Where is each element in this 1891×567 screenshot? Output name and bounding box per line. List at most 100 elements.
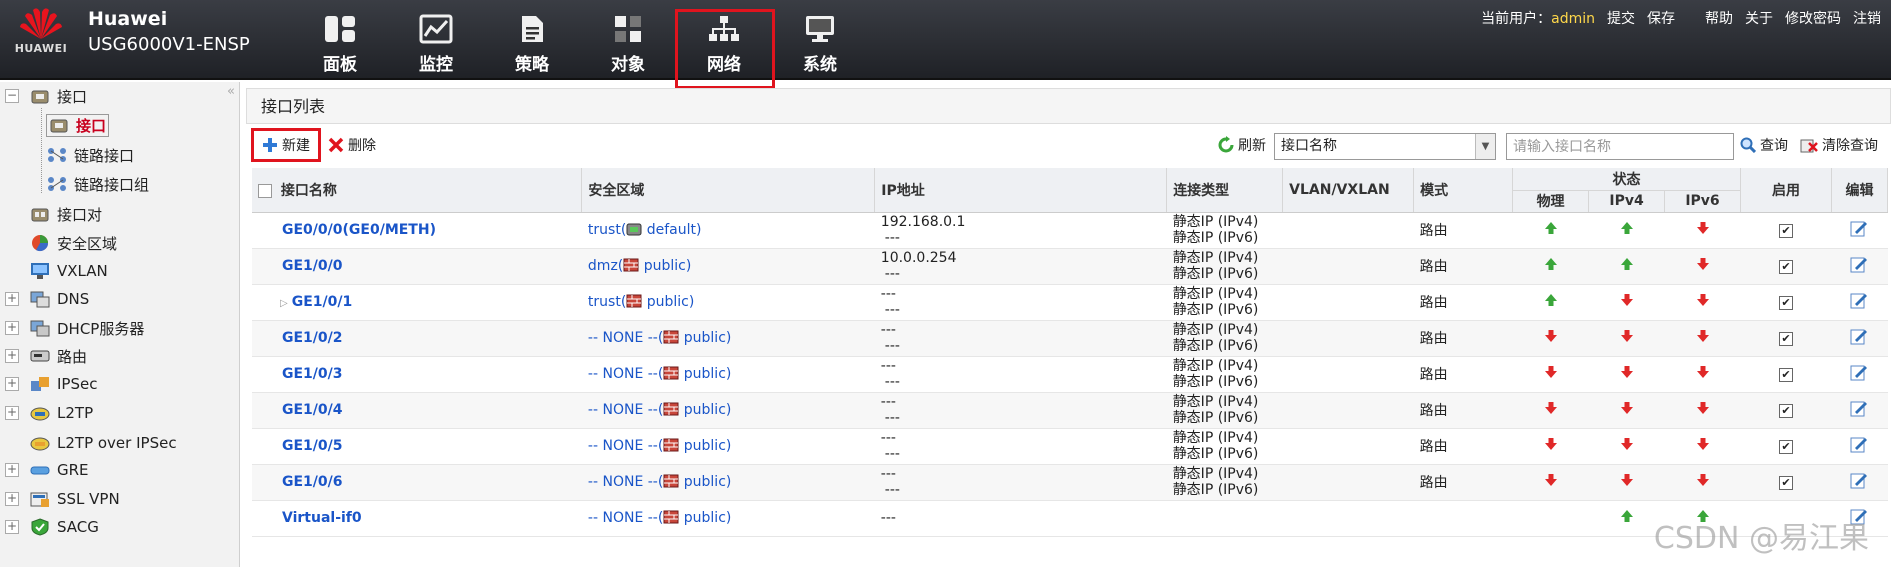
- table-row[interactable]: GE1/0/4 -- NONE --( public) --- --- 静态IP (IP…: [252, 392, 1888, 429]
- table-row[interactable]: GE1/0/5 -- NONE --( public) --- --- 静态IP (IP…: [252, 428, 1888, 465]
- collapse-sidebar-icon[interactable]: «: [227, 84, 235, 99]
- table-row[interactable]: GE1/0/2 -- NONE --( public) --- --- 静态IP (IP…: [252, 320, 1888, 357]
- sidebar-item-security-zone[interactable]: 安全区域: [30, 231, 117, 255]
- col-header-ip[interactable]: IP地址: [874, 168, 1168, 213]
- expand-toggle-icon[interactable]: +: [5, 349, 19, 363]
- col-header-name[interactable]: 接口名称: [252, 168, 583, 213]
- zone-link[interactable]: dmz( public): [588, 258, 691, 274]
- col-header-mode[interactable]: 模式: [1413, 168, 1514, 213]
- table-row[interactable]: GE1/0/0 dmz( public) 10.0.0.254 --- 静态IP (IP…: [252, 248, 1888, 285]
- expand-toggle-icon[interactable]: +: [5, 463, 19, 477]
- sidebar-item-interface-group[interactable]: − 接口: [0, 84, 87, 108]
- change-password-link[interactable]: 修改密码: [1785, 8, 1841, 28]
- interface-name-link[interactable]: GE1/0/0: [282, 258, 343, 274]
- select-all-checkbox[interactable]: [258, 183, 272, 198]
- interface-name-link[interactable]: GE1/0/2: [282, 330, 343, 346]
- save-link[interactable]: 保存: [1647, 8, 1675, 28]
- nav-object[interactable]: 对象: [580, 0, 676, 80]
- col-header-zone[interactable]: 安全区域: [581, 168, 876, 213]
- sidebar-item-link-interface-group[interactable]: 链路接口组: [47, 172, 149, 196]
- sidebar-item-ssl-vpn[interactable]: + SSL VPN: [0, 487, 120, 511]
- cell-physical-status: [1512, 464, 1589, 501]
- collapse-toggle-icon[interactable]: −: [5, 89, 19, 103]
- interface-name-link[interactable]: GE1/0/6: [282, 474, 343, 490]
- enable-checkbox[interactable]: ✔: [1778, 440, 1793, 454]
- sidebar-item-link-interface[interactable]: 链路接口: [47, 143, 134, 167]
- delete-button[interactable]: 删除: [328, 132, 376, 158]
- expand-toggle-icon[interactable]: +: [5, 377, 19, 391]
- expand-toggle-icon[interactable]: +: [5, 321, 19, 335]
- zone-link[interactable]: -- NONE --( public): [588, 438, 731, 454]
- nav-system[interactable]: 系统: [772, 0, 868, 80]
- zone-link[interactable]: -- NONE --( public): [588, 366, 731, 382]
- row-expand-icon[interactable]: ▷: [280, 298, 288, 309]
- sidebar-item-l2tp-over-ipsec[interactable]: L2TP over IPSec: [30, 431, 177, 455]
- sidebar-item-vxlan[interactable]: VXLAN: [30, 259, 108, 283]
- zone-link[interactable]: trust( default): [588, 222, 702, 238]
- table-row[interactable]: GE1/0/3 -- NONE --( public) --- --- 静态IP (IP…: [252, 356, 1888, 393]
- expand-toggle-icon[interactable]: +: [5, 292, 19, 306]
- zone-link[interactable]: -- NONE --( public): [588, 510, 731, 526]
- nav-monitor[interactable]: 监控: [388, 0, 484, 80]
- interface-name-link[interactable]: GE1/0/1: [292, 294, 353, 310]
- enable-checkbox[interactable]: ✔: [1778, 260, 1793, 274]
- search-input[interactable]: [1506, 133, 1734, 160]
- edit-icon[interactable]: [1850, 255, 1868, 273]
- search-field-select[interactable]: 接口名称 ▼: [1274, 133, 1496, 160]
- zone-link[interactable]: -- NONE --( public): [588, 402, 731, 418]
- commit-link[interactable]: 提交: [1607, 8, 1635, 28]
- interface-name-link[interactable]: GE0/0/0(GE0/METH): [282, 222, 436, 238]
- interface-name-link[interactable]: GE1/0/5: [282, 438, 343, 454]
- nav-policy[interactable]: 策略: [484, 0, 580, 80]
- help-link[interactable]: 帮助: [1705, 8, 1733, 28]
- nav-network[interactable]: 网络: [675, 0, 775, 89]
- sidebar-item-sacg[interactable]: + SACG: [0, 515, 99, 539]
- chevron-down-icon[interactable]: ▼: [1475, 134, 1495, 159]
- clear-query-button[interactable]: 清除查询: [1800, 132, 1878, 158]
- edit-icon[interactable]: [1850, 363, 1868, 381]
- interface-name-link[interactable]: GE1/0/4: [282, 402, 343, 418]
- interface-name-link[interactable]: Virtual-if0: [282, 510, 362, 526]
- ipv4-address: ---: [880, 430, 896, 446]
- table-row[interactable]: Virtual-if0 -- NONE --( public) ---: [252, 500, 1888, 537]
- expand-toggle-icon[interactable]: +: [5, 520, 19, 534]
- edit-icon[interactable]: [1850, 291, 1868, 309]
- sidebar-item-gre[interactable]: + GRE: [0, 458, 89, 482]
- edit-icon[interactable]: [1850, 219, 1868, 237]
- cell-ipv4-status: [1588, 356, 1665, 393]
- refresh-button[interactable]: 刷新: [1218, 132, 1266, 158]
- zone-link[interactable]: -- NONE --( public): [588, 330, 731, 346]
- about-link[interactable]: 关于: [1745, 8, 1773, 28]
- edit-icon[interactable]: [1850, 327, 1868, 345]
- expand-toggle-icon[interactable]: +: [5, 406, 19, 420]
- col-header-conn-type[interactable]: 连接类型: [1166, 168, 1284, 213]
- nav-dashboard[interactable]: 面板: [292, 0, 388, 80]
- sidebar-item-route[interactable]: + 路由: [0, 344, 87, 368]
- sidebar-item-l2tp[interactable]: + L2TP: [0, 401, 93, 425]
- enable-checkbox[interactable]: ✔: [1778, 224, 1793, 238]
- enable-checkbox[interactable]: ✔: [1778, 332, 1793, 346]
- edit-icon[interactable]: [1850, 471, 1868, 489]
- edit-icon[interactable]: [1850, 399, 1868, 417]
- table-row[interactable]: ▷ GE1/0/1 trust( public) --- --- 静态IP (IPv4) 静…: [252, 284, 1888, 321]
- sidebar-item-ipsec[interactable]: + IPSec: [0, 372, 97, 396]
- zone-link[interactable]: -- NONE --( public): [588, 474, 731, 490]
- sidebar-item-interface[interactable]: 接口: [46, 113, 110, 137]
- zone-link[interactable]: trust( public): [588, 294, 694, 310]
- query-button[interactable]: 查询: [1740, 132, 1788, 158]
- col-header-vlan[interactable]: VLAN/VXLAN: [1282, 168, 1415, 213]
- enable-checkbox[interactable]: ✔: [1778, 476, 1793, 490]
- interface-name-link[interactable]: GE1/0/3: [282, 366, 343, 382]
- new-button[interactable]: 新建: [251, 128, 321, 162]
- logout-link[interactable]: 注销: [1853, 8, 1881, 28]
- expand-toggle-icon[interactable]: +: [5, 492, 19, 506]
- edit-icon[interactable]: [1850, 435, 1868, 453]
- sidebar-item-interface-pair[interactable]: 接口对: [30, 202, 102, 226]
- enable-checkbox[interactable]: ✔: [1778, 404, 1793, 418]
- table-row[interactable]: GE1/0/6 -- NONE --( public) --- --- 静态IP (IP…: [252, 464, 1888, 501]
- enable-checkbox[interactable]: ✔: [1778, 296, 1793, 310]
- sidebar-item-dns[interactable]: + DNS: [0, 287, 89, 311]
- enable-checkbox[interactable]: ✔: [1778, 368, 1793, 382]
- table-row[interactable]: GE0/0/0(GE0/METH) trust( default) 192.168.…: [252, 212, 1888, 249]
- sidebar-item-dhcp[interactable]: + DHCP服务器: [0, 316, 144, 340]
